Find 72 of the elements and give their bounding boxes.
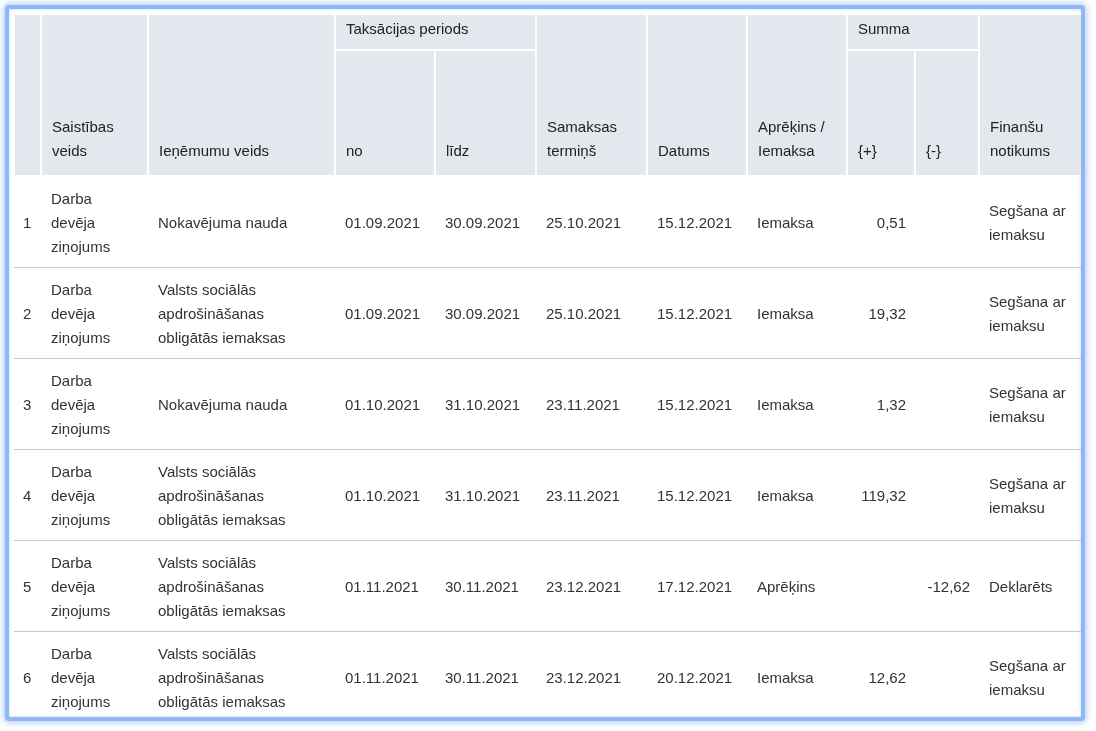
table-cell: Valsts sociālās apdrošināšanas obligātās iemaksas [158, 463, 286, 528]
table-cell: Iemaksa [757, 396, 814, 413]
table-cell: -12,62 [927, 578, 970, 595]
table-cell: Iemaksa [757, 669, 814, 686]
table-cell: 1,32 [876, 396, 906, 413]
table-cell: 15.12.2021 [657, 487, 733, 504]
table-cell: Segšana ar iemaksu [989, 293, 1066, 334]
table-cell: 01.09.2021 [345, 214, 421, 231]
table-cell: 15.12.2021 [657, 305, 733, 322]
column-group-header: Taksācijas periods [335, 14, 536, 50]
table-cell: Iemaksa [757, 487, 814, 504]
table-cell: Darba devēja ziņojums [51, 372, 111, 437]
row-number: 2 [23, 305, 32, 322]
table-cell: 12,62 [868, 669, 906, 686]
table-cell: 30.09.2021 [445, 305, 521, 322]
table-cell: Segšana ar iemaksu [989, 384, 1066, 425]
table-cell: 25.10.2021 [546, 305, 622, 322]
column-header: Saistības veids [41, 14, 148, 176]
column-header: Ieņēmumu veids [148, 14, 335, 176]
table-cell: Nokavējuma nauda [158, 214, 288, 231]
table-cell: 15.12.2021 [657, 396, 733, 413]
table-cell: 01.11.2021 [345, 669, 419, 686]
table-cell: 17.12.2021 [657, 578, 733, 595]
table-cell: 23.12.2021 [546, 669, 622, 686]
column-header: {+} [847, 50, 915, 176]
column-header: Samaksas termiņš [536, 14, 647, 176]
table-cell: Darba devēja ziņojums [51, 645, 111, 710]
table-cell: Iemaksa [757, 214, 814, 231]
table-cell: Valsts sociālās apdrošināšanas obligātās iemaksas [158, 281, 286, 346]
table-cell: Iemaksa [757, 305, 814, 322]
table-cell: 01.09.2021 [345, 305, 421, 322]
column-header: {-} [915, 50, 979, 176]
table-cell: 15.12.2021 [657, 214, 733, 231]
table-cell: 19,32 [868, 305, 906, 322]
table-cell: Segšana ar iemaksu [989, 202, 1066, 243]
table-cell: 01.10.2021 [345, 396, 421, 413]
table-cell: 01.10.2021 [345, 487, 421, 504]
column-header: Aprēķins / Iemaksa [747, 14, 847, 176]
table-cell: 119,32 [861, 487, 906, 504]
table-cell: 25.10.2021 [546, 214, 622, 231]
table-cell: Deklarēts [989, 578, 1053, 595]
table-cell: Valsts sociālās apdrošināšanas obligātās iemaksas [158, 645, 286, 710]
row-number: 5 [23, 578, 32, 595]
column-header: līdz [435, 50, 536, 176]
row-number: 6 [23, 669, 32, 686]
table-cell: Darba devēja ziņojums [51, 554, 111, 619]
table-cell: 30.09.2021 [445, 214, 521, 231]
row-number: 3 [23, 396, 32, 413]
table-cell: Segšana ar iemaksu [989, 475, 1066, 516]
table-cell: Nokavējuma nauda [158, 396, 288, 413]
table-cell: 31.10.2021 [445, 396, 521, 413]
column-header: Datums [647, 14, 747, 176]
column-header: no [335, 50, 435, 176]
table-cell: 23.11.2021 [546, 396, 620, 413]
table-cell: 30.11.2021 [445, 578, 519, 595]
table-cell: Darba devēja ziņojums [51, 281, 111, 346]
table-cell: Darba devēja ziņojums [51, 190, 111, 255]
table-cell: Aprēķins [757, 578, 816, 595]
table-cell: Valsts sociālās apdrošināšanas obligātās iemaksas [158, 554, 286, 619]
column-header: Finanšu notikums [979, 14, 1081, 176]
column-group-header: Summa [847, 14, 979, 50]
table-cell: 20.12.2021 [657, 669, 733, 686]
table-cell: 23.11.2021 [546, 487, 620, 504]
table-cell: Segšana ar iemaksu [989, 657, 1066, 698]
table-cell: 0,51 [876, 214, 906, 231]
table-cell: 31.10.2021 [445, 487, 521, 504]
row-number: 1 [23, 214, 32, 231]
table-cell: Darba devēja ziņojums [51, 463, 111, 528]
table-cell: 23.12.2021 [546, 578, 622, 595]
row-number: 4 [23, 487, 32, 504]
table-cell: 01.11.2021 [345, 578, 419, 595]
table-cell: 30.11.2021 [445, 669, 519, 686]
